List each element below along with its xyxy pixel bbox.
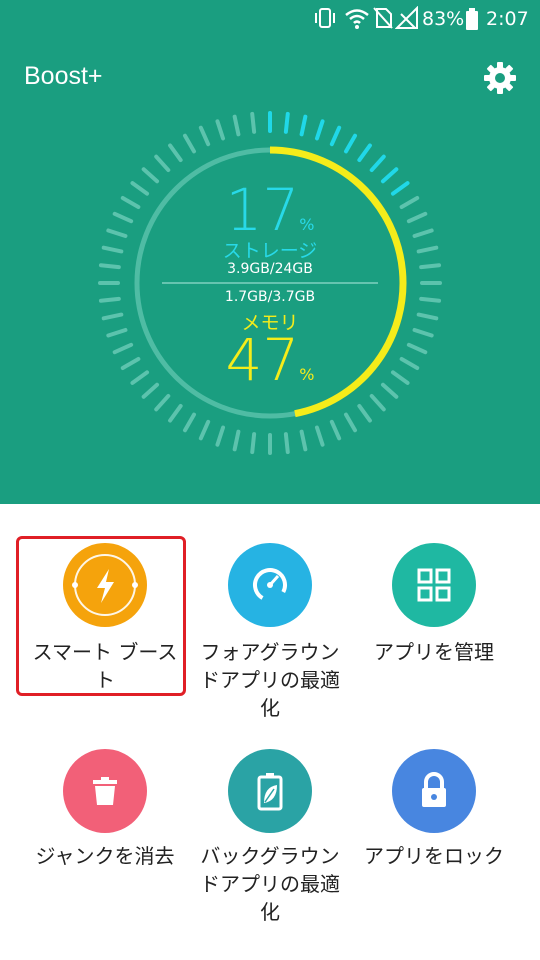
gauge-tick (314, 425, 325, 447)
action-label-line: ジャンクを消去 (35, 844, 175, 868)
action-label: アプリを管理 (346, 638, 522, 666)
clear-junk-button[interactable]: ジャンクを消去 (17, 749, 193, 932)
manage-apps-button[interactable]: アプリを管理 (346, 543, 522, 728)
storage-tick (357, 143, 372, 163)
action-label-line: 化 (260, 900, 280, 924)
storage-tick (344, 133, 357, 154)
gauge-tick (215, 119, 226, 141)
gauge-tick (299, 429, 308, 452)
header-panel: 83% 2:07 Boost+ 17% ストレージ 3.9GB/24GB 1.7… (0, 0, 540, 504)
gauge-tick (168, 143, 183, 163)
gauge-tick (215, 425, 226, 447)
storage-tick (369, 154, 386, 173)
gauge-tick (250, 432, 257, 455)
gauge-tick (283, 432, 290, 455)
storage-detail: 3.9GB/24GB (227, 261, 313, 277)
storage-tick (299, 114, 308, 137)
action-label-line: バックグラウン (200, 844, 340, 868)
action-label: フォアグラウン ドアプリの最適化 (182, 638, 358, 722)
gauge-tick (344, 412, 357, 433)
gauge-tick (183, 412, 196, 433)
selection-highlight (16, 536, 186, 696)
foreground-optimize-button[interactable]: フォアグラウン ドアプリの最適化 (182, 543, 358, 728)
gauge-tick (154, 393, 171, 412)
storage-tick (283, 111, 290, 134)
action-label-line: アプリを管理 (374, 640, 494, 664)
memory-percent: 47% (225, 326, 315, 394)
lock-apps-button[interactable]: アプリをロック (346, 749, 522, 932)
gauge-tick (232, 429, 241, 452)
lock-icon (392, 749, 476, 833)
gauge-tick (250, 111, 257, 134)
storage-percent: 17% (225, 176, 315, 244)
gauge-tick (198, 419, 211, 441)
background-optimize-button[interactable]: バックグラウン ドアプリの最適化 (182, 749, 358, 932)
gauge-tick (232, 114, 241, 137)
gauge-tick (198, 125, 211, 147)
gauge-tick (357, 403, 372, 423)
action-label-line: ドアプリの最適 (200, 668, 340, 692)
memory-detail: 1.7GB/3.7GB (224, 289, 316, 305)
action-label-line: ドアプリの最適 (200, 872, 340, 896)
gauge-tick (154, 154, 171, 173)
action-label: アプリをロック (346, 842, 522, 870)
battery-leaf-icon (228, 749, 312, 833)
storage-tick (329, 125, 342, 147)
speedometer-icon (228, 543, 312, 627)
storage-tick (314, 119, 325, 141)
action-label-line: 化 (260, 696, 280, 720)
storage-label: ストレージ (222, 240, 318, 262)
gauge-tick (329, 419, 342, 441)
action-label-line: アプリをロック (364, 844, 504, 868)
gauge-tick (168, 403, 183, 423)
trash-icon (63, 749, 147, 833)
action-label: バックグラウン ドアプリの最適化 (182, 842, 358, 926)
gauge-tick (183, 133, 196, 154)
gauge-tick (369, 393, 386, 412)
grid-icon (392, 543, 476, 627)
action-label-line: フォアグラウン (200, 640, 340, 664)
action-label: ジャンクを消去 (17, 842, 193, 870)
